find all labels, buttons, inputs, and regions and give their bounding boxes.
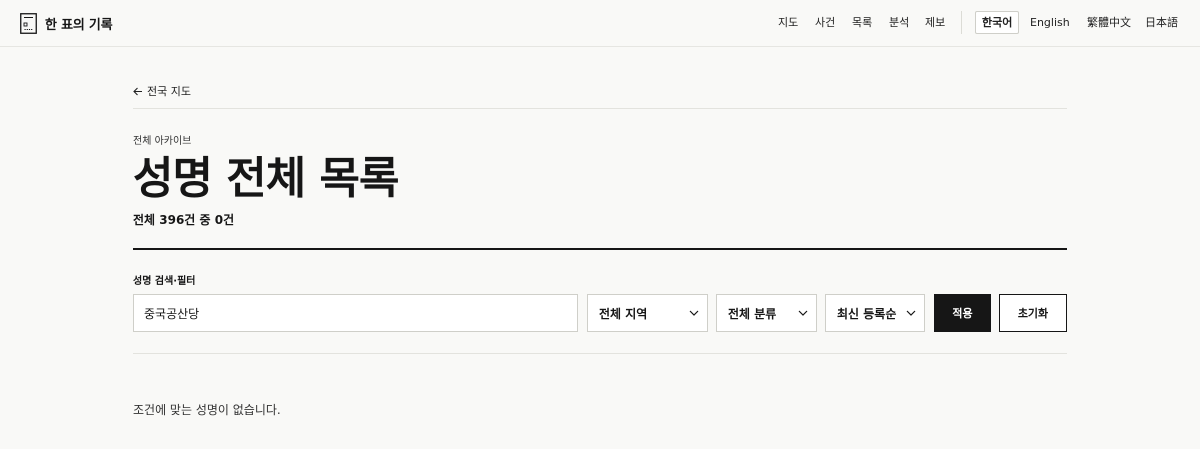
nav-item-list[interactable]: 목록 <box>852 16 872 29</box>
reset-button[interactable]: 초기화 <box>999 294 1067 332</box>
header-divider <box>133 248 1067 250</box>
filter-label: 성명 검색·필터 <box>133 276 196 287</box>
brand-name: 한 표의 기록 <box>45 17 113 33</box>
chevron-down-icon <box>906 310 916 316</box>
category-select[interactable]: 전체 분류 <box>716 294 817 332</box>
divider <box>133 108 1067 109</box>
empty-results-message: 조건에 맞는 성명이 없습니다. <box>133 403 281 417</box>
top-bar: 한 표의 기록 지도 사건 목록 분석 제보 한국어 English 繁體中文 … <box>0 0 1200 47</box>
arrow-left-icon <box>133 87 142 95</box>
brand-home-link[interactable]: 한 표의 기록 <box>20 12 113 34</box>
nav-divider <box>961 11 962 34</box>
filter-divider <box>133 353 1067 354</box>
nav-item-analysis[interactable]: 분석 <box>889 16 909 29</box>
page-eyebrow: 전체 아카이브 <box>133 136 192 147</box>
lang-traditional-chinese[interactable]: 繁體中文 <box>1087 16 1131 29</box>
sort-select-value: 최신 등록순 <box>837 306 897 321</box>
sort-select[interactable]: 최신 등록순 <box>825 294 925 332</box>
lang-japanese[interactable]: 日本語 <box>1145 16 1178 29</box>
result-count: 전체 396건 중 0건 <box>133 213 235 227</box>
chevron-down-icon <box>689 310 699 316</box>
search-input[interactable] <box>133 294 578 332</box>
nav-item-map[interactable]: 지도 <box>778 16 798 29</box>
nav-item-report[interactable]: 제보 <box>925 16 945 29</box>
ballot-document-icon <box>20 12 37 34</box>
back-link[interactable]: 전국 지도 <box>133 83 191 99</box>
back-link-label: 전국 지도 <box>147 85 191 98</box>
apply-button[interactable]: 적용 <box>934 294 991 332</box>
region-select[interactable]: 전체 지역 <box>587 294 708 332</box>
nav-item-events[interactable]: 사건 <box>815 16 835 29</box>
lang-english[interactable]: English <box>1030 16 1070 29</box>
category-select-value: 전체 분류 <box>728 306 777 321</box>
chevron-down-icon <box>798 310 808 316</box>
page-title: 성명 전체 목록 <box>133 153 400 204</box>
lang-korean[interactable]: 한국어 <box>975 11 1020 34</box>
region-select-value: 전체 지역 <box>599 306 648 321</box>
